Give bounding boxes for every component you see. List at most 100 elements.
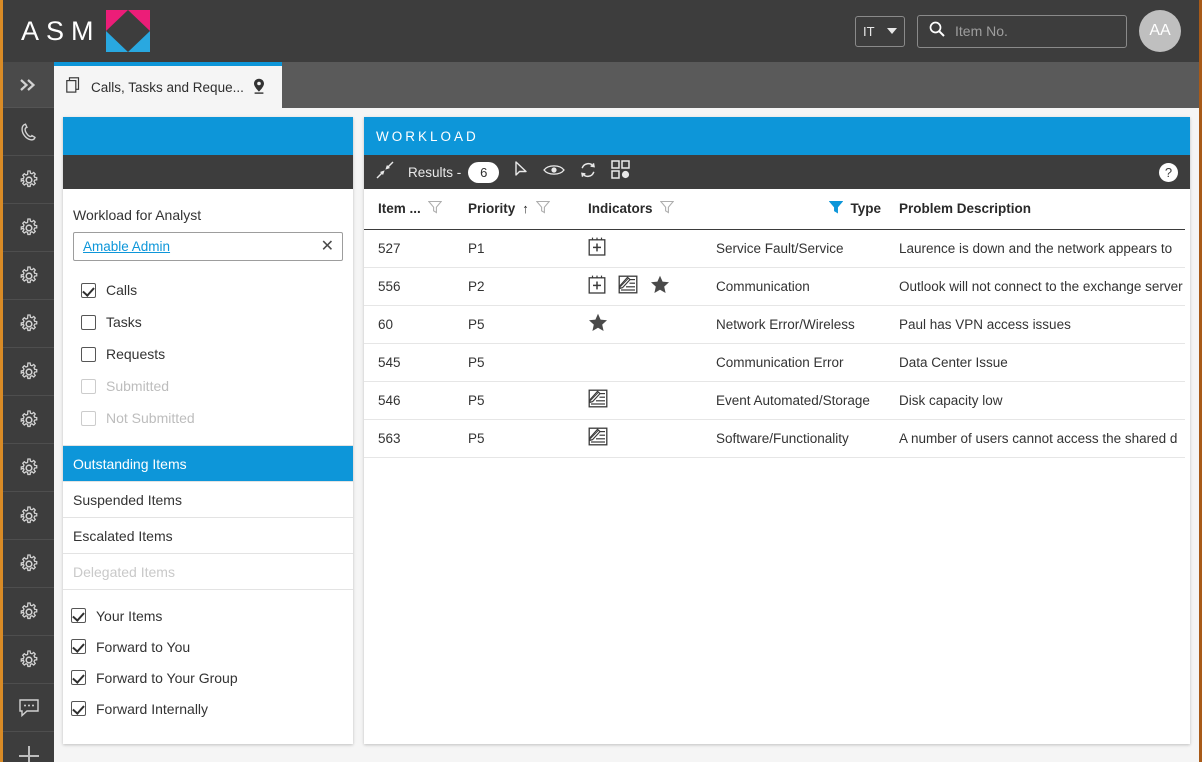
- scope-filter-forward-internally[interactable]: Forward Internally: [63, 693, 353, 724]
- eye-icon[interactable]: [543, 163, 566, 182]
- cell-problem-description: Outlook will not connect to the exchange…: [885, 267, 1190, 306]
- calendar-plus-icon[interactable]: [588, 237, 606, 259]
- checkbox-icon[interactable]: [81, 314, 96, 330]
- help-icon[interactable]: ?: [1159, 162, 1178, 182]
- filter-icon[interactable]: [427, 200, 443, 217]
- grid-settings-icon[interactable]: [611, 160, 631, 184]
- column-header-priority[interactable]: Priority ↑: [454, 189, 574, 230]
- scope-filter-forward-to-your-group[interactable]: Forward to Your Group: [63, 662, 353, 693]
- star-icon[interactable]: [588, 313, 608, 335]
- cell-priority: P5: [454, 305, 574, 344]
- cell-item-number: 556: [364, 267, 454, 306]
- rail-item-add[interactable]: [3, 732, 54, 762]
- note-pencil-icon[interactable]: [588, 427, 608, 449]
- note-pencil-icon[interactable]: [588, 389, 608, 411]
- cell-problem-description: A number of users cannot access the shar…: [885, 419, 1190, 458]
- top-header-bar: ASM IT AA: [3, 0, 1199, 62]
- rail-item-settings-2[interactable]: [3, 204, 54, 252]
- type-filter-calls[interactable]: Calls: [73, 274, 343, 306]
- workload-table: Item ... Priority ↑ Indicators Type Problem D…: [364, 189, 1190, 458]
- rail-item-chat[interactable]: [3, 684, 54, 732]
- scope-filter-your-items[interactable]: Your Items: [63, 600, 353, 631]
- checkbox-icon[interactable]: [71, 639, 86, 654]
- table-row[interactable]: 60 P5 Network Error/Wireless Paul has VPN a…: [364, 305, 1190, 344]
- table-row[interactable]: 556 P2 Communication Outlook will not conne…: [364, 267, 1190, 306]
- item-status-nav: Outstanding Items Suspended Items Escalate…: [63, 445, 353, 590]
- nav-item-suspended-items[interactable]: Suspended Items: [63, 482, 353, 518]
- checkbox-icon[interactable]: [71, 670, 86, 685]
- cell-item-number: 545: [364, 343, 454, 382]
- checkbox-icon[interactable]: [71, 608, 86, 623]
- rail-item-expand[interactable]: [3, 62, 54, 108]
- close-icon[interactable]: ✕: [321, 238, 334, 255]
- rail-item-settings-5[interactable]: [3, 348, 54, 396]
- search-input[interactable]: [955, 23, 1136, 39]
- analyst-field[interactable]: Amable Admin ✕: [73, 232, 343, 261]
- star-icon[interactable]: [650, 275, 670, 297]
- table-row[interactable]: 546 P5 Event Automated/Storage Disk capacit…: [364, 381, 1190, 420]
- table-row[interactable]: 563 P5 Software/Functionality A number of u…: [364, 419, 1190, 458]
- filter-icon[interactable]: [535, 200, 551, 217]
- refresh-icon[interactable]: [579, 161, 597, 184]
- checkbox-icon[interactable]: [81, 346, 96, 362]
- type-filter-tasks[interactable]: Tasks: [73, 306, 343, 338]
- type-filter-label: Not Submitted: [106, 410, 195, 426]
- rail-item-settings-10[interactable]: [3, 588, 54, 636]
- filter-panel: Workload for Analyst Amable Admin ✕ Call…: [63, 117, 353, 744]
- filter-panel-toolbar: [63, 155, 353, 189]
- cell-type: Event Automated/Storage: [702, 381, 885, 420]
- tab-calls-tasks-requests[interactable]: Calls, Tasks and Reque...: [54, 62, 282, 108]
- results-label: Results - 6: [408, 161, 500, 183]
- type-filter-requests[interactable]: Requests: [73, 338, 343, 370]
- vertical-scrollbar[interactable]: [1185, 189, 1190, 744]
- cell-problem-description: Disk capacity low: [885, 381, 1190, 420]
- filter-icon-active[interactable]: [829, 200, 844, 217]
- rail-item-settings-9[interactable]: [3, 540, 54, 588]
- sort-ascending-icon[interactable]: ↑: [522, 201, 529, 216]
- nav-item-outstanding-items[interactable]: Outstanding Items: [63, 446, 353, 482]
- avatar[interactable]: AA: [1139, 10, 1181, 52]
- table-row[interactable]: 545 P5 Communication Error Data Center Issu…: [364, 343, 1190, 382]
- checkbox-icon[interactable]: [71, 701, 86, 716]
- language-select[interactable]: IT: [855, 15, 905, 47]
- cell-item-number: 546: [364, 381, 454, 420]
- column-header-type[interactable]: Type: [702, 189, 885, 230]
- scope-filter-label: Forward Internally: [96, 700, 209, 717]
- copy-pages-icon: [66, 77, 82, 97]
- column-header-indicators[interactable]: Indicators: [574, 189, 702, 230]
- rail-item-settings-1[interactable]: [3, 156, 54, 204]
- rail-item-settings-8[interactable]: [3, 492, 54, 540]
- collapse-icon[interactable]: [376, 161, 394, 184]
- item-type-filters: Calls Tasks Requests Submitted Not Submitted: [73, 274, 343, 434]
- table-row[interactable]: 527 P1 Service Fault/Service Laurence is do…: [364, 229, 1190, 268]
- column-header-desc[interactable]: Problem Description: [885, 189, 1190, 230]
- rail-item-settings-6[interactable]: [3, 396, 54, 444]
- rail-item-settings-3[interactable]: [3, 252, 54, 300]
- cell-type: Software/Functionality: [702, 419, 885, 458]
- asm-logo[interactable]: ASM: [21, 8, 151, 54]
- search-box[interactable]: [917, 14, 1136, 48]
- analyst-value[interactable]: Amable Admin: [83, 239, 321, 254]
- analyst-label: Workload for Analyst: [73, 207, 202, 223]
- rail-item-settings-4[interactable]: [3, 300, 54, 348]
- scope-filters: Your Items Forward to You Forward to Your …: [63, 590, 353, 724]
- column-header-label: Type: [850, 201, 881, 217]
- checkbox-icon[interactable]: [81, 282, 96, 298]
- rail-item-phone[interactable]: [3, 108, 54, 156]
- nav-item-escalated-items[interactable]: Escalated Items: [63, 518, 353, 554]
- note-pencil-icon[interactable]: [618, 275, 638, 297]
- column-header-label: Priority: [468, 201, 516, 217]
- table-body: 527 P1 Service Fault/Service Laurence is do…: [364, 229, 1190, 458]
- column-header-item[interactable]: Item ...: [364, 189, 454, 230]
- nav-item-label: Delegated Items: [73, 563, 175, 580]
- filter-icon[interactable]: [659, 200, 674, 217]
- rail-item-settings-7[interactable]: [3, 444, 54, 492]
- cell-indicators: [574, 229, 702, 268]
- rail-item-settings-11[interactable]: [3, 636, 54, 684]
- calendar-plus-icon[interactable]: [588, 275, 606, 297]
- scope-filter-forward-to-you[interactable]: Forward to You: [63, 631, 353, 662]
- chevron-down-icon: [887, 28, 897, 34]
- pointer-icon[interactable]: [513, 160, 529, 184]
- cell-indicators: [574, 305, 702, 344]
- checkbox-icon: [81, 410, 96, 426]
